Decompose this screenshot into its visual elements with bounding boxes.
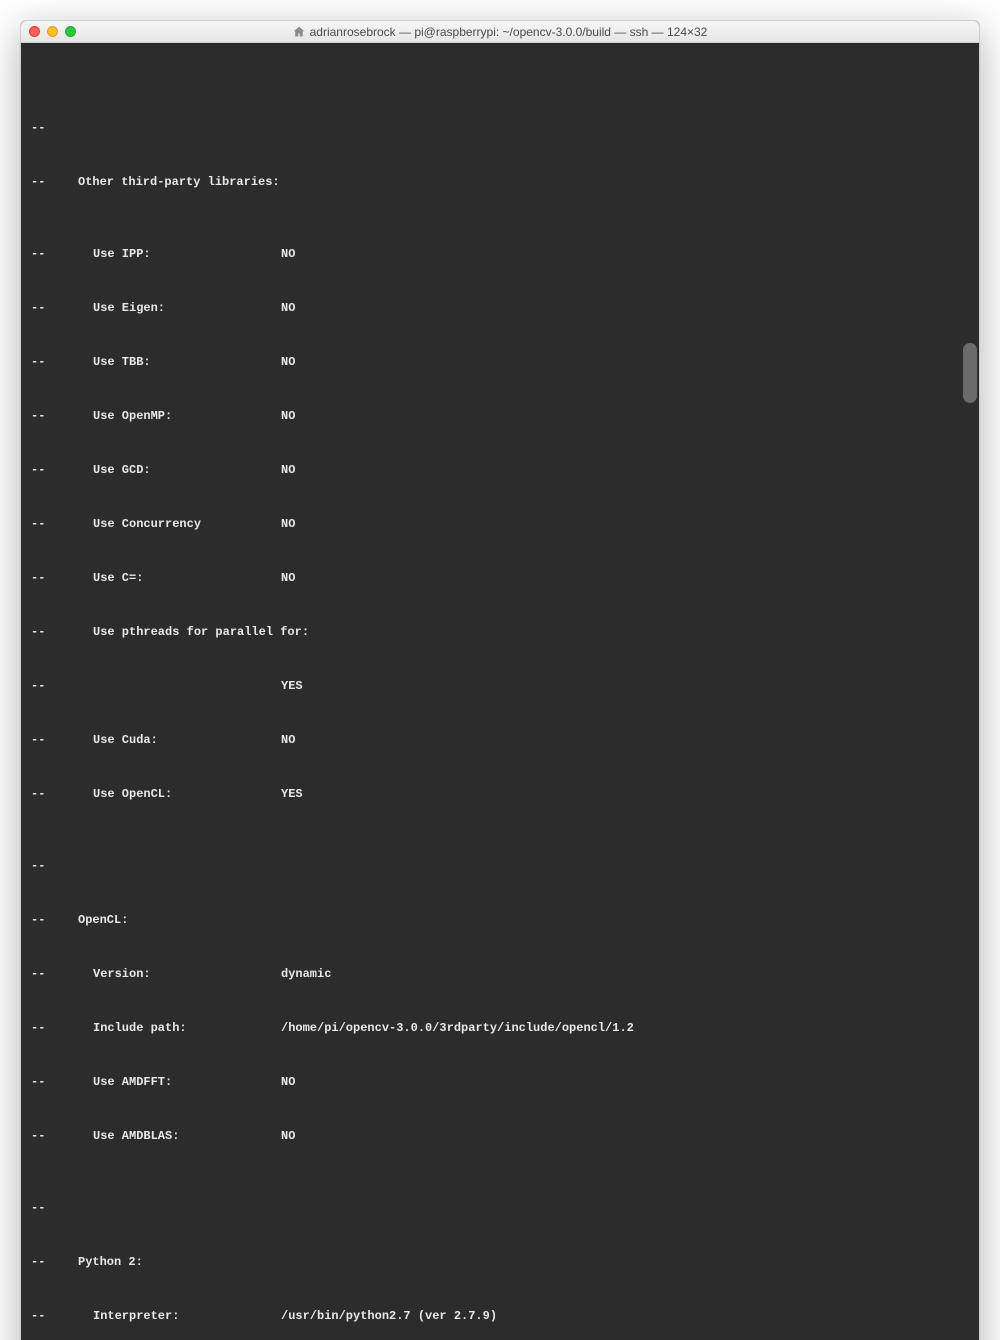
row-pthreads-label: --Use pthreads for parallel for: bbox=[31, 623, 969, 641]
row-opencl: --Use OpenCL:YES bbox=[31, 785, 969, 803]
row-ocl-amdfft: --Use AMDFFT:NO bbox=[31, 1073, 969, 1091]
row-concurrency: --Use ConcurrencyNO bbox=[31, 515, 969, 533]
section-opencl: --OpenCL: bbox=[31, 911, 969, 929]
minimize-button[interactable] bbox=[47, 26, 58, 37]
row-gcd: --Use GCD:NO bbox=[31, 461, 969, 479]
section-python2: --Python 2: bbox=[31, 1253, 969, 1271]
home-icon bbox=[293, 26, 305, 38]
row-pthreads-val: --YES bbox=[31, 677, 969, 695]
scrollbar-thumb[interactable] bbox=[963, 343, 977, 403]
window-title-text: adrianrosebrock — pi@raspberrypi: ~/open… bbox=[310, 25, 708, 39]
row-ocl-amdblas: --Use AMDBLAS:NO bbox=[31, 1127, 969, 1145]
blank-line: -- bbox=[31, 119, 969, 137]
row-ipp: --Use IPP:NO bbox=[31, 245, 969, 263]
close-button[interactable] bbox=[29, 26, 40, 37]
terminal-body[interactable]: -- --Other third-party libraries: --Use … bbox=[21, 43, 979, 1340]
row-cequals: --Use C=:NO bbox=[31, 569, 969, 587]
row-cuda: --Use Cuda:NO bbox=[31, 731, 969, 749]
row-eigen: --Use Eigen:NO bbox=[31, 299, 969, 317]
row-tbb: --Use TBB:NO bbox=[31, 353, 969, 371]
row-ocl-include: --Include path:/home/pi/opencv-3.0.0/3rd… bbox=[31, 1019, 969, 1037]
row-ocl-version: --Version:dynamic bbox=[31, 965, 969, 983]
section-thirdparty: --Other third-party libraries: bbox=[31, 173, 969, 191]
maximize-button[interactable] bbox=[65, 26, 76, 37]
blank-line: -- bbox=[31, 857, 969, 875]
titlebar[interactable]: adrianrosebrock — pi@raspberrypi: ~/open… bbox=[21, 21, 979, 43]
row-openmp: --Use OpenMP:NO bbox=[31, 407, 969, 425]
terminal-window: adrianrosebrock — pi@raspberrypi: ~/open… bbox=[20, 20, 980, 1340]
row-py2-interpreter: --Interpreter:/usr/bin/python2.7 (ver 2.… bbox=[31, 1307, 969, 1325]
traffic-lights bbox=[29, 26, 76, 37]
blank-line: -- bbox=[31, 1199, 969, 1217]
window-title: adrianrosebrock — pi@raspberrypi: ~/open… bbox=[21, 25, 979, 39]
